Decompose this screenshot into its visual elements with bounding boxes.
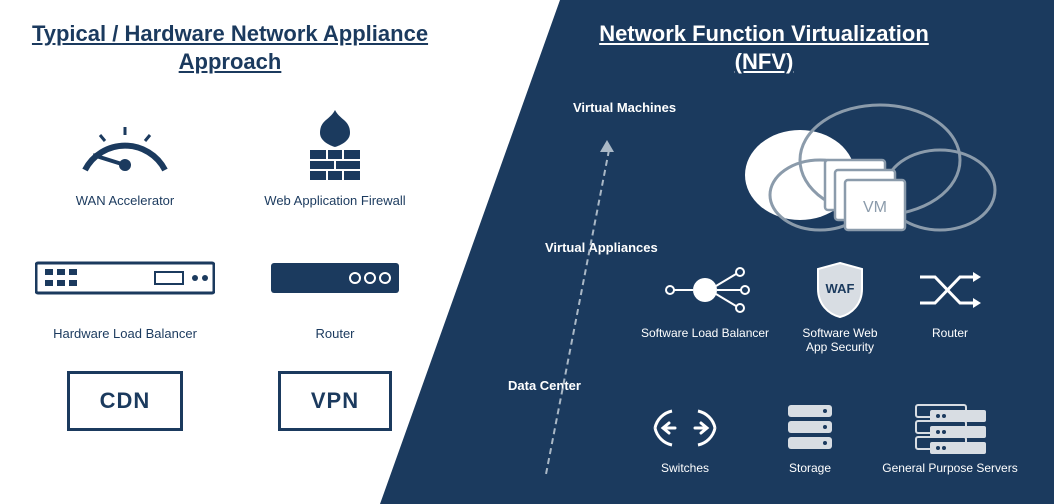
shuffle-icon xyxy=(900,260,1000,320)
label-storage: Storage xyxy=(770,461,850,475)
item-sw-waf: WAF Software WebApp Security xyxy=(785,260,895,354)
item-sw-lb: Software Load Balancer xyxy=(635,260,775,340)
label-gp-servers: General Purpose Servers xyxy=(870,461,1030,475)
label-v-router: Router xyxy=(900,326,1000,340)
label-sw-lb: Software Load Balancer xyxy=(635,326,775,340)
item-storage: Storage xyxy=(770,400,850,475)
item-cdn: CDN xyxy=(67,371,184,431)
item-wan-accelerator: WAN Accelerator xyxy=(75,105,175,208)
item-v-router: Router xyxy=(900,260,1000,340)
item-switches: Switches xyxy=(640,400,730,475)
right-panel: Network Function Virtualization(NFV) xyxy=(494,0,1054,95)
right-title: Network Function Virtualization(NFV) xyxy=(494,20,1034,75)
item-hw-lb: Hardware Load Balancer xyxy=(35,238,215,341)
vpn-box: VPN xyxy=(278,371,392,431)
item-waf: Web Application Firewall xyxy=(264,105,405,208)
label-sw-waf: Software WebApp Security xyxy=(785,326,895,354)
section-label-vm: Virtual Machines xyxy=(573,100,676,115)
router-icon xyxy=(270,238,400,318)
shield-waf-icon: WAF xyxy=(785,260,895,320)
arrow-head-icon xyxy=(600,140,614,152)
label-router: Router xyxy=(270,326,400,341)
label-hw-lb: Hardware Load Balancer xyxy=(35,326,215,341)
switches-icon xyxy=(640,400,730,455)
section-label-dc: Data Center xyxy=(508,378,581,393)
label-waf: Web Application Firewall xyxy=(264,193,405,208)
left-title: Typical / Hardware Network Appliance App… xyxy=(30,20,430,75)
gauge-icon xyxy=(75,105,175,185)
item-router: Router xyxy=(270,238,400,341)
servers-icon xyxy=(870,400,1030,455)
vm-text: VM xyxy=(863,199,887,216)
item-vpn: VPN xyxy=(278,371,392,431)
label-switches: Switches xyxy=(640,461,730,475)
firewall-icon xyxy=(264,105,405,185)
svg-text:WAF: WAF xyxy=(826,281,855,296)
rack-device-icon xyxy=(35,238,215,318)
cdn-box: CDN xyxy=(67,371,184,431)
section-label-va: Virtual Appliances xyxy=(545,240,658,255)
left-panel: Typical / Hardware Network Appliance App… xyxy=(0,0,460,451)
cloud-vm-graphic: VM xyxy=(680,100,1010,230)
load-balancer-icon xyxy=(635,260,775,320)
label-wan: WAN Accelerator xyxy=(75,193,175,208)
item-gp-servers: General Purpose Servers xyxy=(870,400,1030,475)
storage-icon xyxy=(770,400,850,455)
left-grid: WAN Accelerator Web Application Firewall xyxy=(30,105,430,431)
